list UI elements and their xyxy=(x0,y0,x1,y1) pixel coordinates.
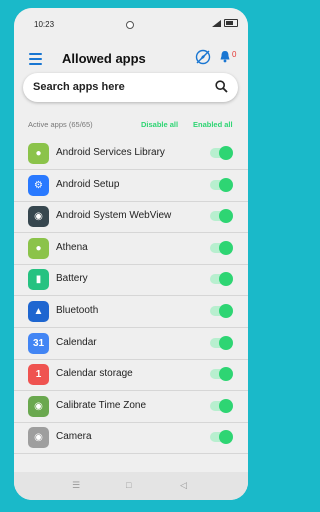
app-row[interactable]: ● Athena xyxy=(14,233,248,265)
robot-icon: ◉ xyxy=(28,395,49,417)
search-input[interactable]: Search apps here xyxy=(23,73,238,102)
status-time: 10:23 xyxy=(34,20,55,29)
disable-all-button[interactable]: Disable all xyxy=(141,120,178,129)
signal-icon xyxy=(212,19,221,27)
calendar-storage-icon: 1 xyxy=(28,364,49,386)
app-row[interactable]: ◉ Android System WebView xyxy=(14,201,248,234)
status-icons xyxy=(212,19,238,27)
battery-status-icon xyxy=(224,19,238,27)
front-camera xyxy=(126,21,134,29)
app-name: Calibrate Time Zone xyxy=(56,399,147,411)
app-row[interactable]: ◉ Camera xyxy=(14,422,248,455)
bell-icon[interactable] xyxy=(219,50,231,63)
app-enabled-toggle[interactable] xyxy=(210,335,233,350)
calendar-icon: 31 xyxy=(28,332,49,354)
webview-icon: ◉ xyxy=(28,206,49,228)
app-bar: Allowed apps 0 xyxy=(14,44,248,74)
page-title: Allowed apps xyxy=(62,51,146,66)
app-row[interactable]: 1 Calendar storage xyxy=(14,359,248,392)
app-enabled-toggle[interactable] xyxy=(210,430,233,445)
gear-icon: ⚙ xyxy=(28,174,49,196)
recents-button[interactable]: ☰ xyxy=(72,480,80,491)
screen: 10:23 Allowed apps 0 Search apps here Ac… xyxy=(14,8,248,500)
back-button[interactable]: ◁ xyxy=(180,480,187,491)
enable-all-button[interactable]: Enabled all xyxy=(193,120,233,129)
status-bar: 10:23 xyxy=(14,8,248,40)
app-row[interactable]: ◉ Calibrate Time Zone xyxy=(14,391,248,423)
app-row[interactable]: ⚙ Android Setup xyxy=(14,170,248,202)
app-enabled-toggle[interactable] xyxy=(210,272,233,287)
app-name: Camera xyxy=(56,431,92,443)
battery-icon: ▮ xyxy=(28,269,49,291)
app-row[interactable]: ● Android Services Library xyxy=(14,138,248,170)
app-name: Android System WebView xyxy=(56,210,172,222)
app-name: Athena xyxy=(56,241,88,253)
app-enabled-toggle[interactable] xyxy=(210,146,233,160)
app-name: Calendar xyxy=(56,336,97,348)
home-button[interactable]: □ xyxy=(126,480,131,490)
system-nav-bar: ☰ □ ◁ xyxy=(14,472,248,500)
app-enabled-toggle[interactable] xyxy=(210,240,233,255)
compass-off-icon[interactable] xyxy=(195,49,211,65)
app-name: Bluetooth xyxy=(56,305,99,316)
menu-icon[interactable] xyxy=(29,53,42,65)
app-enabled-toggle[interactable] xyxy=(210,177,233,192)
app-row[interactable]: 31 Calendar xyxy=(14,328,248,360)
app-name: Android Setup xyxy=(56,178,120,190)
search-placeholder: Search apps here xyxy=(33,81,125,93)
app-enabled-toggle[interactable] xyxy=(210,367,233,382)
list-controls: Active apps (65/65) Disable all Enabled … xyxy=(14,118,248,132)
search-icon[interactable] xyxy=(215,80,228,93)
app-name: Battery xyxy=(56,273,88,285)
app-enabled-toggle[interactable] xyxy=(210,209,233,224)
camera-icon: ◉ xyxy=(28,427,49,449)
notification-count: 0 xyxy=(232,50,237,59)
app-enabled-toggle[interactable] xyxy=(210,398,233,413)
active-apps-count: Active apps (65/65) xyxy=(28,120,93,129)
android-icon: ● xyxy=(28,237,49,259)
app-enabled-toggle[interactable] xyxy=(210,304,233,318)
bluetooth-icon: ▲ xyxy=(28,301,49,322)
app-row[interactable]: ▮ Battery xyxy=(14,264,248,297)
app-name: Calendar storage xyxy=(56,368,133,380)
android-icon: ● xyxy=(28,143,49,164)
app-row[interactable]: ▲ Bluetooth xyxy=(14,296,248,328)
app-name: Android Services Library xyxy=(56,147,165,158)
phone-frame: 10:23 Allowed apps 0 Search apps here Ac… xyxy=(14,8,248,500)
